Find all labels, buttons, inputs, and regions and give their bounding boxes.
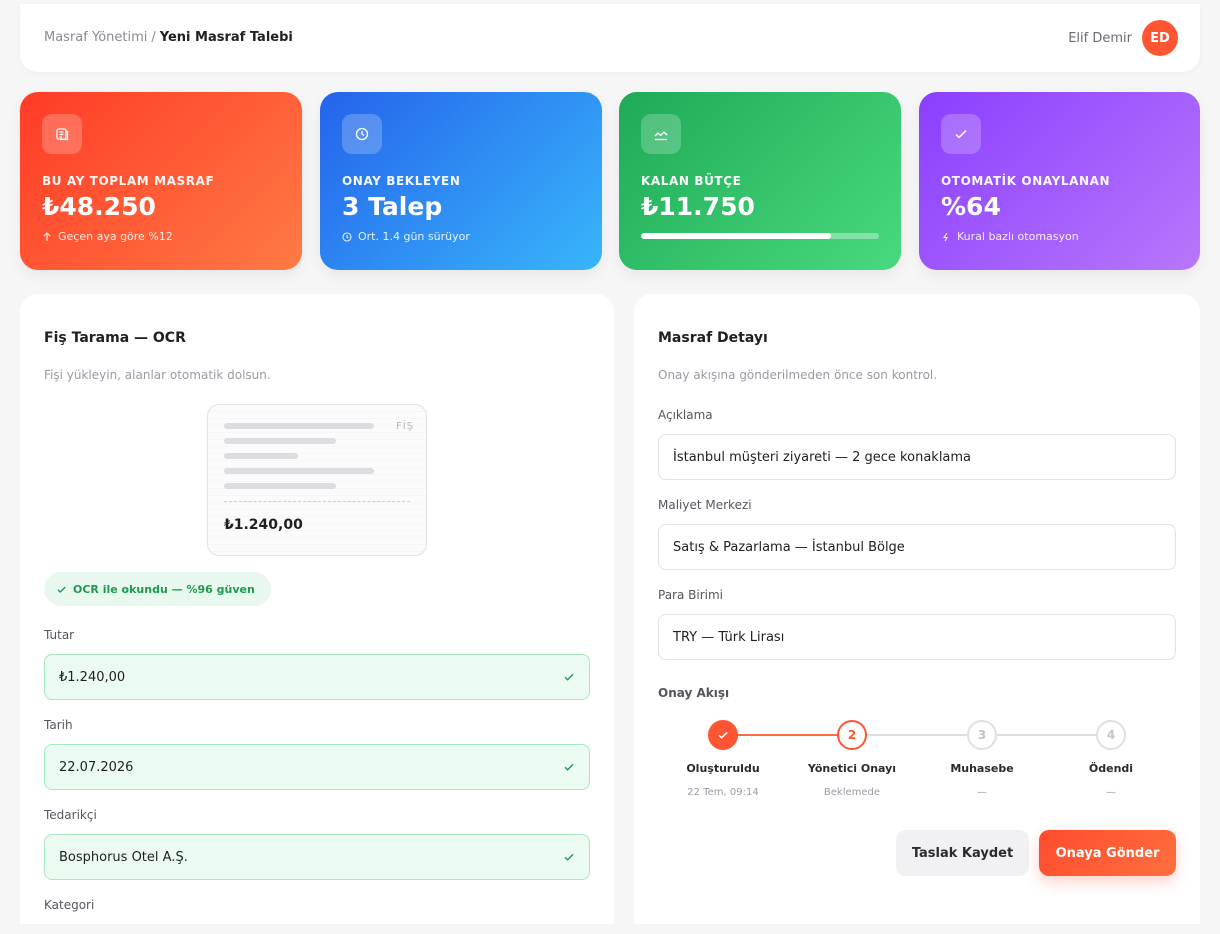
description-input[interactable]: İstanbul müşteri ziyareti — 2 gece konak… xyxy=(658,434,1176,480)
step-label: Ödendi xyxy=(1088,762,1134,775)
submit-for-approval-button[interactable]: Onaya Gönder xyxy=(1039,830,1176,876)
stat-card-auto-approved: OTOMATİK ONAYLANAN %64 Kural bazlı otoma… xyxy=(919,92,1200,270)
receipt-total: ₺1.240,00 xyxy=(224,517,303,533)
ocr-status-badge: OCR ile okundu — %96 güven xyxy=(44,572,271,606)
top-bar: Masraf Yönetimi / Yeni Masraf Talebi Elif … xyxy=(20,4,1200,72)
breadcrumb-separator: / xyxy=(151,30,156,45)
stat-sub: Kural bazlı otomasyon xyxy=(941,230,1178,243)
approval-flow-label: Onay Akışı xyxy=(658,686,730,700)
check-icon xyxy=(564,853,574,861)
clock-icon xyxy=(342,114,382,154)
description-label: Açıklama xyxy=(658,408,713,422)
category-label: Kategori xyxy=(44,898,95,912)
step-time: Beklemede xyxy=(823,787,881,798)
receipt-line xyxy=(224,438,336,444)
stat-sub-text: Ort. 1.4 gün sürüyor xyxy=(358,230,470,243)
supplier-value: Bosphorus Otel A.Ş. xyxy=(59,849,188,865)
stat-value: %64 xyxy=(941,192,1001,221)
stat-card-total-expense: BU AY TOPLAM MASRAF ₺48.250 Geçen aya gö… xyxy=(20,92,302,270)
check-icon xyxy=(941,114,981,154)
step-label: Muhasebe xyxy=(950,762,1014,775)
check-icon xyxy=(718,731,728,739)
stat-value: 3 Talep xyxy=(342,192,443,221)
user-menu[interactable]: Elif Demir ED xyxy=(1068,20,1178,56)
receipt-line xyxy=(224,483,336,489)
date-label: Tarih xyxy=(44,718,73,732)
stat-label: BU AY TOPLAM MASRAF xyxy=(42,174,215,188)
ocr-badge-text: OCR ile okundu — %96 güven xyxy=(73,582,255,596)
stat-sub-text: Kural bazlı otomasyon xyxy=(957,230,1079,243)
cost-center-select[interactable]: Satış & Pazarlama — İstanbul Bölge xyxy=(658,524,1176,570)
coins-icon xyxy=(42,114,82,154)
receipt-line xyxy=(224,423,374,429)
step-label: Oluşturuldu xyxy=(686,762,760,775)
stat-label: KALAN BÜTÇE xyxy=(641,174,742,188)
stat-value: ₺11.750 xyxy=(641,192,755,221)
amount-label: Tutar xyxy=(44,628,75,642)
currency-select[interactable]: TRY — Türk Lirası xyxy=(658,614,1176,660)
step-label: Yönetici Onayı xyxy=(807,762,897,775)
avatar[interactable]: ED xyxy=(1142,20,1178,56)
user-name: Elif Demir xyxy=(1068,30,1132,46)
step-time: — xyxy=(1106,787,1116,798)
detail-panel: Masraf Detayı Onay akışına gönderilmeden… xyxy=(634,294,1200,924)
check-icon xyxy=(564,763,574,771)
date-value: 22.07.2026 xyxy=(59,759,134,775)
check-icon xyxy=(57,586,66,593)
bolt-icon xyxy=(942,232,948,241)
cost-center-label: Maliyet Merkezi xyxy=(658,498,752,512)
step-paid: 4 Ödendi — xyxy=(1046,720,1176,798)
stat-sub: Geçen aya göre %12 xyxy=(42,230,280,243)
arrow-up-icon xyxy=(43,231,51,241)
stat-label: OTOMATİK ONAYLANAN xyxy=(941,174,1111,188)
step-time: — xyxy=(977,787,987,798)
step-active-circle: 2 xyxy=(837,720,867,750)
currency-label: Para Birimi xyxy=(658,588,724,602)
trend-icon xyxy=(641,114,681,154)
supplier-field[interactable]: Bosphorus Otel A.Ş. xyxy=(44,834,590,880)
step-created: Oluşturuldu 22 Tem, 09:14 xyxy=(658,720,788,798)
date-field[interactable]: 22.07.2026 xyxy=(44,744,590,790)
step-manager-approval: 2 Yönetici Onayı Beklemede xyxy=(787,720,917,798)
step-done-circle xyxy=(708,720,738,750)
clock-small-icon xyxy=(342,231,352,242)
stat-card-remaining-budget: KALAN BÜTÇE ₺11.750 xyxy=(619,92,901,270)
step-accounting: 3 Muhasebe — xyxy=(917,720,1047,798)
stat-value: ₺48.250 xyxy=(42,192,156,221)
budget-progress-fill xyxy=(641,233,832,239)
stat-sub: Ort. 1.4 gün sürüyor xyxy=(342,230,580,243)
panel-subtitle: Fişi yükleyin, alanlar otomatik dolsun. xyxy=(44,368,271,382)
budget-progress-bar xyxy=(641,233,879,239)
amount-field[interactable]: ₺1.240,00 xyxy=(44,654,590,700)
stat-card-pending-approval: ONAY BEKLEYEN 3 Talep Ort. 1.4 gün sürüy… xyxy=(320,92,602,270)
step-time: 22 Tem, 09:14 xyxy=(687,787,759,798)
step-pending-circle: 3 xyxy=(967,720,997,750)
approval-flow: Oluşturuldu 22 Tem, 09:14 2 Yönetici Ona… xyxy=(658,720,1176,810)
receipt-divider xyxy=(224,501,410,502)
receipt-tag: FİŞ xyxy=(395,421,414,432)
panel-subtitle: Onay akışına gönderilmeden önce son kont… xyxy=(658,368,938,382)
supplier-label: Tedarikçi xyxy=(44,808,97,822)
receipt-line xyxy=(224,453,298,459)
ocr-panel: Fiş Tarama — OCR Fişi yükleyin, alanlar … xyxy=(20,294,614,924)
amount-value: ₺1.240,00 xyxy=(59,669,126,685)
breadcrumb-current: Yeni Masraf Talebi xyxy=(159,30,293,45)
check-icon xyxy=(564,673,574,681)
stat-label: ONAY BEKLEYEN xyxy=(342,174,461,188)
breadcrumb: Masraf Yönetimi / Yeni Masraf Talebi xyxy=(44,30,293,45)
stat-sub-text: Geçen aya göre %12 xyxy=(58,230,173,243)
panel-title: Masraf Detayı xyxy=(658,330,768,346)
step-pending-circle: 4 xyxy=(1096,720,1126,750)
save-draft-button[interactable]: Taslak Kaydet xyxy=(896,830,1029,876)
panel-title: Fiş Tarama — OCR xyxy=(44,330,186,346)
receipt-preview[interactable]: FİŞ ₺1.240,00 xyxy=(207,404,427,556)
breadcrumb-parent-link[interactable]: Masraf Yönetimi xyxy=(44,30,147,45)
receipt-line xyxy=(224,468,374,474)
